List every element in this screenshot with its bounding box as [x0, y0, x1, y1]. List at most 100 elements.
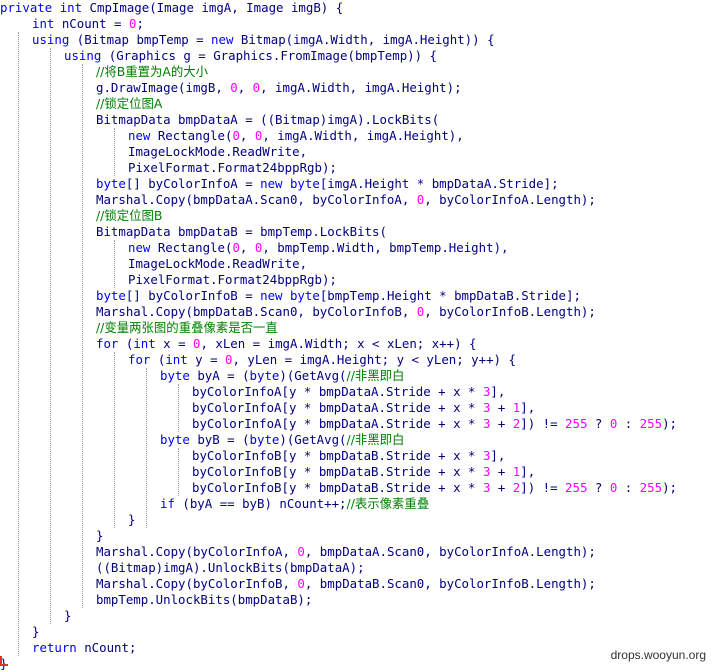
code-token: y =: [195, 352, 225, 367]
code-token: ],: [520, 400, 536, 415]
keyword-token: new: [211, 32, 241, 47]
code-token: :: [617, 480, 640, 495]
code-token: PixelFormat.Format24bppRgb);: [128, 160, 337, 175]
code-line[interactable]: g.DrawImage(imgB, 0, 0, imgA.Width, imgA…: [96, 80, 462, 96]
code-line[interactable]: using (Graphics g = Graphics.FromImage(b…: [64, 48, 437, 64]
code-line[interactable]: private int CmpImage(Image imgA, Image i…: [0, 0, 343, 16]
code-line[interactable]: ((Bitmap)imgA).UnlockBits(bmpDataA);: [96, 560, 365, 576]
code-token: ],: [520, 464, 536, 479]
code-line[interactable]: Marshal.Copy(bmpDataB.Scan0, byColorInfo…: [96, 304, 596, 320]
code-line[interactable]: }: [128, 512, 135, 528]
code-line[interactable]: byColorInfoB[y * bmpDataB.Stride + x * 3…: [192, 480, 677, 496]
code-token: )(GetAvg(: [279, 432, 347, 447]
code-token: +: [490, 400, 513, 415]
comment-token: //非黑即白: [346, 432, 405, 447]
number-token: 0: [297, 544, 305, 559]
code-line[interactable]: for (int x = 0, xLen = imgA.Width; x < x…: [96, 336, 476, 352]
code-line[interactable]: byColorInfoA[y * bmpDataA.Stride + x * 3…: [192, 384, 505, 400]
comment-token: //锁定位图B: [96, 208, 163, 223]
indent-guide: [50, 48, 51, 624]
number-token: 0: [232, 240, 240, 255]
code-line[interactable]: PixelFormat.Format24bppRgb);: [128, 160, 337, 176]
code-line[interactable]: byte byB = (byte)(GetAvg(//非黑即白: [160, 432, 404, 448]
code-line[interactable]: byColorInfoB[y * bmpDataB.Stride + x * 3…: [192, 464, 535, 480]
code-token: +: [490, 416, 513, 431]
code-line[interactable]: BitmapData bmpDataB = bmpTemp.LockBits(: [96, 224, 387, 240]
code-token: , bmpDataA.Scan0, byColorInfoA.Length);: [304, 544, 596, 559]
code-token: byB = (: [197, 432, 250, 447]
code-line[interactable]: byColorInfoA[y * bmpDataA.Stride + x * 3…: [192, 400, 535, 416]
code-token: Marshal.Copy(byColorInfoB,: [96, 576, 298, 591]
code-token: ?: [587, 416, 610, 431]
code-line[interactable]: new Rectangle(0, 0, imgA.Width, imgA.Hei…: [128, 128, 464, 144]
keyword-token: int: [32, 16, 62, 31]
code-line[interactable]: Marshal.Copy(bmpDataA.Scan0, byColorInfo…: [96, 192, 596, 208]
keyword-token: int: [165, 352, 196, 367]
code-line[interactable]: }: [96, 528, 103, 544]
code-token: (Bitmap bmpTemp =: [76, 32, 212, 47]
code-token: }: [128, 512, 136, 527]
code-line[interactable]: using (Bitmap bmpTemp = new Bitmap(imgA.…: [32, 32, 495, 48]
code-line[interactable]: if (byA == byB) nCount++;//表示像素重叠: [160, 496, 429, 512]
code-token: Marshal.Copy(bmpDataA.Scan0, byColorInfo…: [96, 192, 417, 207]
code-token: Rectangle(: [157, 240, 233, 255]
code-token: byColorInfoB[y * bmpDataB.Stride + x *: [192, 464, 483, 479]
code-token: [imgA.Height * bmpDataA.Stride];: [319, 176, 559, 191]
code-line[interactable]: ImageLockMode.ReadWrite,: [128, 144, 307, 160]
code-line[interactable]: //锁定位图A: [96, 96, 162, 112]
keyword-token: new: [128, 240, 158, 255]
code-token: , xLen = imgA.Width; x < xLen; x++) {: [200, 336, 477, 351]
keyword-token: new: [260, 288, 290, 303]
code-line[interactable]: byColorInfoA[y * bmpDataA.Stride + x * 3…: [192, 416, 677, 432]
code-token: ;: [136, 16, 144, 31]
code-line[interactable]: new Rectangle(0, 0, bmpTemp.Width, bmpTe…: [128, 240, 509, 256]
code-token: , byColorInfoB.Length);: [424, 304, 596, 319]
code-token: BitmapData bmpDataA = ((Bitmap)imgA).Loc…: [96, 112, 440, 127]
code-line[interactable]: PixelFormat.Format24bppRgb);: [128, 272, 337, 288]
code-line[interactable]: int nCount = 0;: [32, 16, 144, 32]
code-line[interactable]: Marshal.Copy(byColorInfoA, 0, bmpDataA.S…: [96, 544, 596, 560]
code-token: byColorInfoB[y * bmpDataB.Stride + x *: [192, 480, 483, 495]
code-token: (Graphics g = Graphics.FromImage(bmpTemp…: [108, 48, 437, 63]
keyword-token: byte: [289, 288, 320, 303]
number-token: 0: [297, 576, 305, 591]
code-token: [bmpTemp.Height * bmpDataB.Stride];: [319, 288, 581, 303]
code-token: x =: [163, 336, 193, 351]
code-token: nCount;: [84, 640, 137, 655]
code-token: [] byColorInfoA =: [125, 176, 261, 191]
code-line[interactable]: }: [32, 624, 39, 640]
code-token: byA = (: [197, 368, 250, 383]
code-line[interactable]: byte[] byColorInfoB = new byte[bmpTemp.H…: [96, 288, 581, 304]
indent-guide: [114, 352, 115, 528]
code-token: byColorInfoA[y * bmpDataA.Stride + x *: [192, 400, 483, 415]
keyword-token: byte: [96, 176, 126, 191]
code-line[interactable]: byColorInfoB[y * bmpDataB.Stride + x * 3…: [192, 448, 505, 464]
code-token: ]) !=: [520, 480, 566, 495]
code-token: bmpTemp.UnlockBits(bmpDataB);: [96, 592, 313, 607]
keyword-token: byte: [160, 432, 198, 447]
code-line[interactable]: return nCount;: [32, 640, 136, 656]
code-editor[interactable]: private int CmpImage(Image imgA, Image i…: [0, 0, 712, 671]
code-line[interactable]: byte byA = (byte)(GetAvg(//非黑即白: [160, 368, 404, 384]
code-token: , bmpDataB.Scan0, byColorInfoB.Length);: [304, 576, 596, 591]
code-token: ,: [237, 80, 253, 95]
code-line[interactable]: //将B重置为A的大小: [96, 64, 208, 80]
code-token: Marshal.Copy(byColorInfoA,: [96, 544, 298, 559]
code-line[interactable]: //变量两张图的重叠像素是否一直: [96, 320, 278, 336]
code-token: (byA == byB) nCount++;: [182, 496, 347, 511]
code-line[interactable]: }: [64, 608, 71, 624]
number-token: 255: [565, 416, 588, 431]
code-token: nCount =: [61, 16, 129, 31]
code-line[interactable]: byte[] byColorInfoA = new byte[imgA.Heig…: [96, 176, 559, 192]
keyword-token: using: [32, 32, 77, 47]
code-line[interactable]: //锁定位图B: [96, 208, 162, 224]
code-line[interactable]: Marshal.Copy(byColorInfoB, 0, bmpDataB.S…: [96, 576, 596, 592]
code-line[interactable]: ImageLockMode.ReadWrite,: [128, 256, 307, 272]
code-line[interactable]: bmpTemp.UnlockBits(bmpDataB);: [96, 592, 312, 608]
code-line[interactable]: BitmapData bmpDataA = ((Bitmap)imgA).Loc…: [96, 112, 439, 128]
comment-token: //将B重置为A的大小: [96, 64, 209, 79]
code-line[interactable]: for (int y = 0, yLen = imgA.Height; y < …: [128, 352, 516, 368]
code-token: Bitmap(imgA.Width, imgA.Height)) {: [240, 32, 495, 47]
code-token: );: [662, 480, 677, 495]
keyword-token: using: [64, 48, 109, 63]
